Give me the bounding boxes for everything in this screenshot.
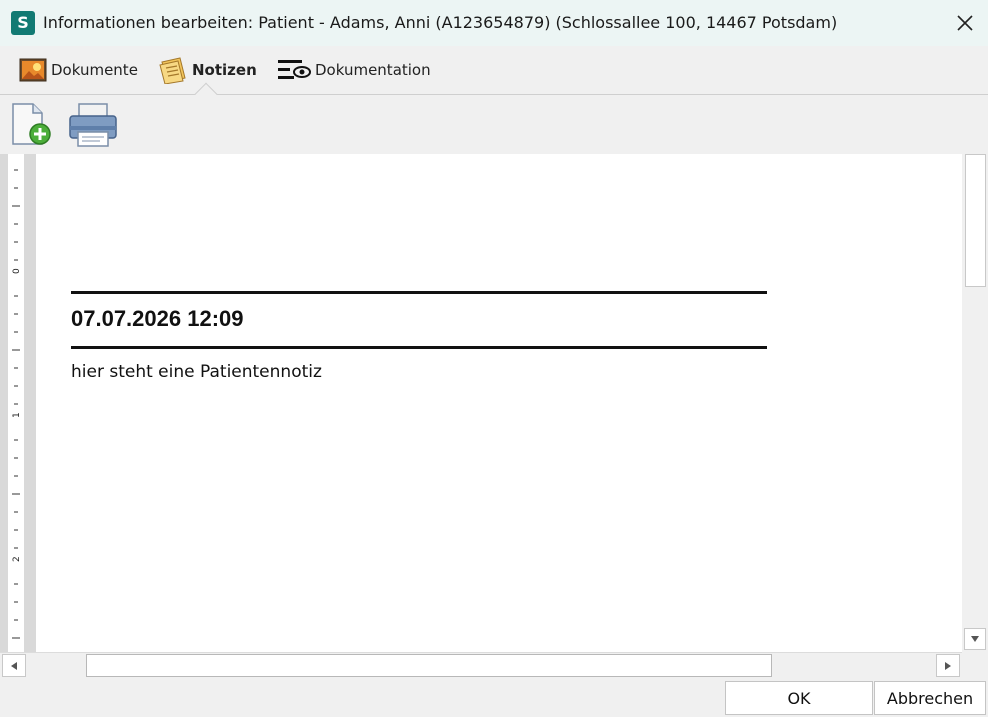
close-button[interactable] bbox=[942, 0, 988, 46]
note-text[interactable]: hier steht eine Patientennotiz bbox=[71, 362, 322, 382]
ruler-label: 1 bbox=[12, 412, 22, 418]
scroll-right-button[interactable] bbox=[936, 654, 960, 677]
app-icon: S bbox=[11, 11, 35, 35]
scroll-left-button[interactable] bbox=[2, 654, 26, 677]
title-bar: S Informationen bearbeiten: Patient - Ad… bbox=[0, 0, 988, 46]
separator-line bbox=[71, 346, 767, 349]
dialog-footer: OK Abbrechen bbox=[0, 678, 988, 717]
tab-dokumente[interactable]: Dokumente bbox=[19, 46, 138, 94]
horizontal-scroll-thumb[interactable] bbox=[86, 654, 772, 677]
note-date: 07.07.2026 12:09 bbox=[71, 306, 244, 331]
documentation-view-icon bbox=[278, 60, 311, 79]
cancel-button[interactable]: Abbrechen bbox=[874, 681, 986, 715]
new-document-icon bbox=[12, 103, 51, 145]
ruler-label: 2 bbox=[12, 556, 22, 562]
ruler-ticks: 0 1 2 bbox=[12, 169, 22, 639]
close-icon bbox=[957, 15, 973, 31]
arrow-left-icon bbox=[11, 661, 17, 670]
arrow-right-icon bbox=[945, 661, 951, 670]
ok-button[interactable]: OK bbox=[725, 681, 873, 715]
tab-label: Notizen bbox=[192, 61, 257, 79]
print-button[interactable] bbox=[68, 100, 117, 148]
ruler-track: 0 1 2 bbox=[8, 154, 24, 652]
tab-bar: Dokumente Notizen Dokumentation bbox=[0, 46, 988, 95]
new-note-button[interactable] bbox=[8, 100, 56, 148]
vertical-ruler: 0 1 2 bbox=[0, 154, 36, 652]
tab-dokumentation[interactable]: Dokumentation bbox=[277, 46, 431, 94]
note-editor[interactable]: 07.07.2026 12:09 hier steht eine Patient… bbox=[36, 154, 962, 652]
toolbar bbox=[0, 96, 988, 154]
tab-label: Dokumente bbox=[51, 61, 138, 79]
printer-icon bbox=[69, 103, 117, 147]
tab-label: Dokumentation bbox=[315, 61, 431, 79]
ruler-label: 0 bbox=[12, 268, 22, 274]
scroll-down-button[interactable] bbox=[964, 628, 986, 650]
notes-icon bbox=[159, 57, 186, 84]
vertical-scroll-thumb[interactable] bbox=[965, 154, 986, 287]
arrow-down-icon bbox=[971, 636, 979, 642]
separator-line bbox=[71, 291, 767, 294]
vertical-scrollbar[interactable] bbox=[962, 154, 988, 652]
window-title: Informationen bearbeiten: Patient - Adam… bbox=[43, 13, 838, 32]
horizontal-scrollbar[interactable] bbox=[0, 652, 962, 678]
document-image-icon bbox=[19, 58, 47, 82]
